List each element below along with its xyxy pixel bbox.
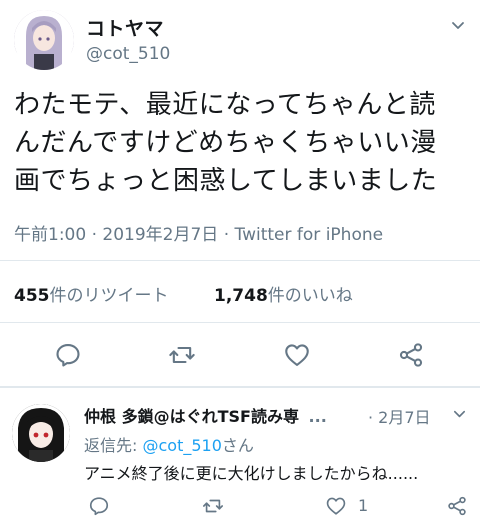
reply-date-text: 2月7日 bbox=[378, 408, 431, 427]
chevron-down-icon[interactable] bbox=[452, 407, 467, 422]
divider bbox=[0, 386, 480, 388]
tweet-text-line: んだんですけどめちゃくちゃいい漫 bbox=[14, 128, 437, 158]
name-ellipsis: ... bbox=[308, 407, 327, 426]
reply-to-prefix: 返信先: bbox=[84, 436, 143, 455]
retweet-icon[interactable] bbox=[168, 341, 196, 369]
tweet-text-line: わたモテ、最近になってちゃんと読 bbox=[14, 90, 436, 120]
retweet-icon[interactable] bbox=[202, 495, 224, 517]
reply-icon[interactable] bbox=[88, 495, 110, 517]
likes-count: 1,748 bbox=[214, 286, 268, 306]
reply-text: アニメ終了後に更に大化けしましたからね...... bbox=[84, 464, 419, 483]
tweet-client-link[interactable]: Twitter for iPhone bbox=[235, 225, 384, 245]
author-handle[interactable]: @cot_510 bbox=[86, 44, 170, 64]
reply-to-mention[interactable]: @cot_510 bbox=[142, 436, 221, 455]
reply-display-name: 仲根 多鎖@はぐれTSF読み専 bbox=[84, 407, 299, 426]
likes-label: 件のいいね bbox=[267, 286, 353, 306]
reply-author-name[interactable]: 仲根 多鎖@はぐれTSF読み専 ... bbox=[84, 403, 327, 427]
like-icon[interactable] bbox=[283, 341, 311, 369]
retweets-count: 455 bbox=[14, 286, 50, 306]
reply-to-line: 返信先: @cot_510さん bbox=[84, 432, 254, 456]
author-avatar[interactable] bbox=[14, 10, 74, 70]
tweet-date[interactable]: 2019年2月7日 bbox=[102, 225, 218, 245]
retweets-stat[interactable]: 455件のリツイート bbox=[14, 281, 169, 306]
reply-icon[interactable] bbox=[54, 341, 82, 369]
tweet-text-line: 画でちょっと困惑してしまいました bbox=[14, 166, 438, 196]
reply-to-suffix: さん bbox=[221, 436, 254, 455]
chevron-down-icon[interactable] bbox=[450, 18, 466, 34]
tweet-text: わたモテ、最近になってちゃんと読 んだんですけどめちゃくちゃいい漫 画でちょっと… bbox=[14, 86, 474, 200]
tweet-time[interactable]: 午前1:00 bbox=[14, 225, 86, 245]
tweet-meta: 午前1:00 · 2019年2月7日 · Twitter for iPhone bbox=[14, 225, 384, 245]
retweets-label: 件のリツイート bbox=[49, 286, 169, 306]
share-icon[interactable] bbox=[446, 495, 468, 517]
divider bbox=[0, 260, 480, 261]
reply-like-count: 1 bbox=[358, 496, 369, 515]
reply-author-avatar[interactable] bbox=[12, 404, 70, 462]
reply-date[interactable]: · 2月7日 bbox=[368, 404, 431, 428]
likes-stat[interactable]: 1,748件のいいね bbox=[214, 281, 353, 306]
like-icon[interactable] bbox=[325, 495, 347, 517]
divider bbox=[0, 322, 480, 323]
share-icon[interactable] bbox=[397, 341, 425, 369]
author-display-name[interactable]: コトヤマ bbox=[86, 14, 164, 41]
